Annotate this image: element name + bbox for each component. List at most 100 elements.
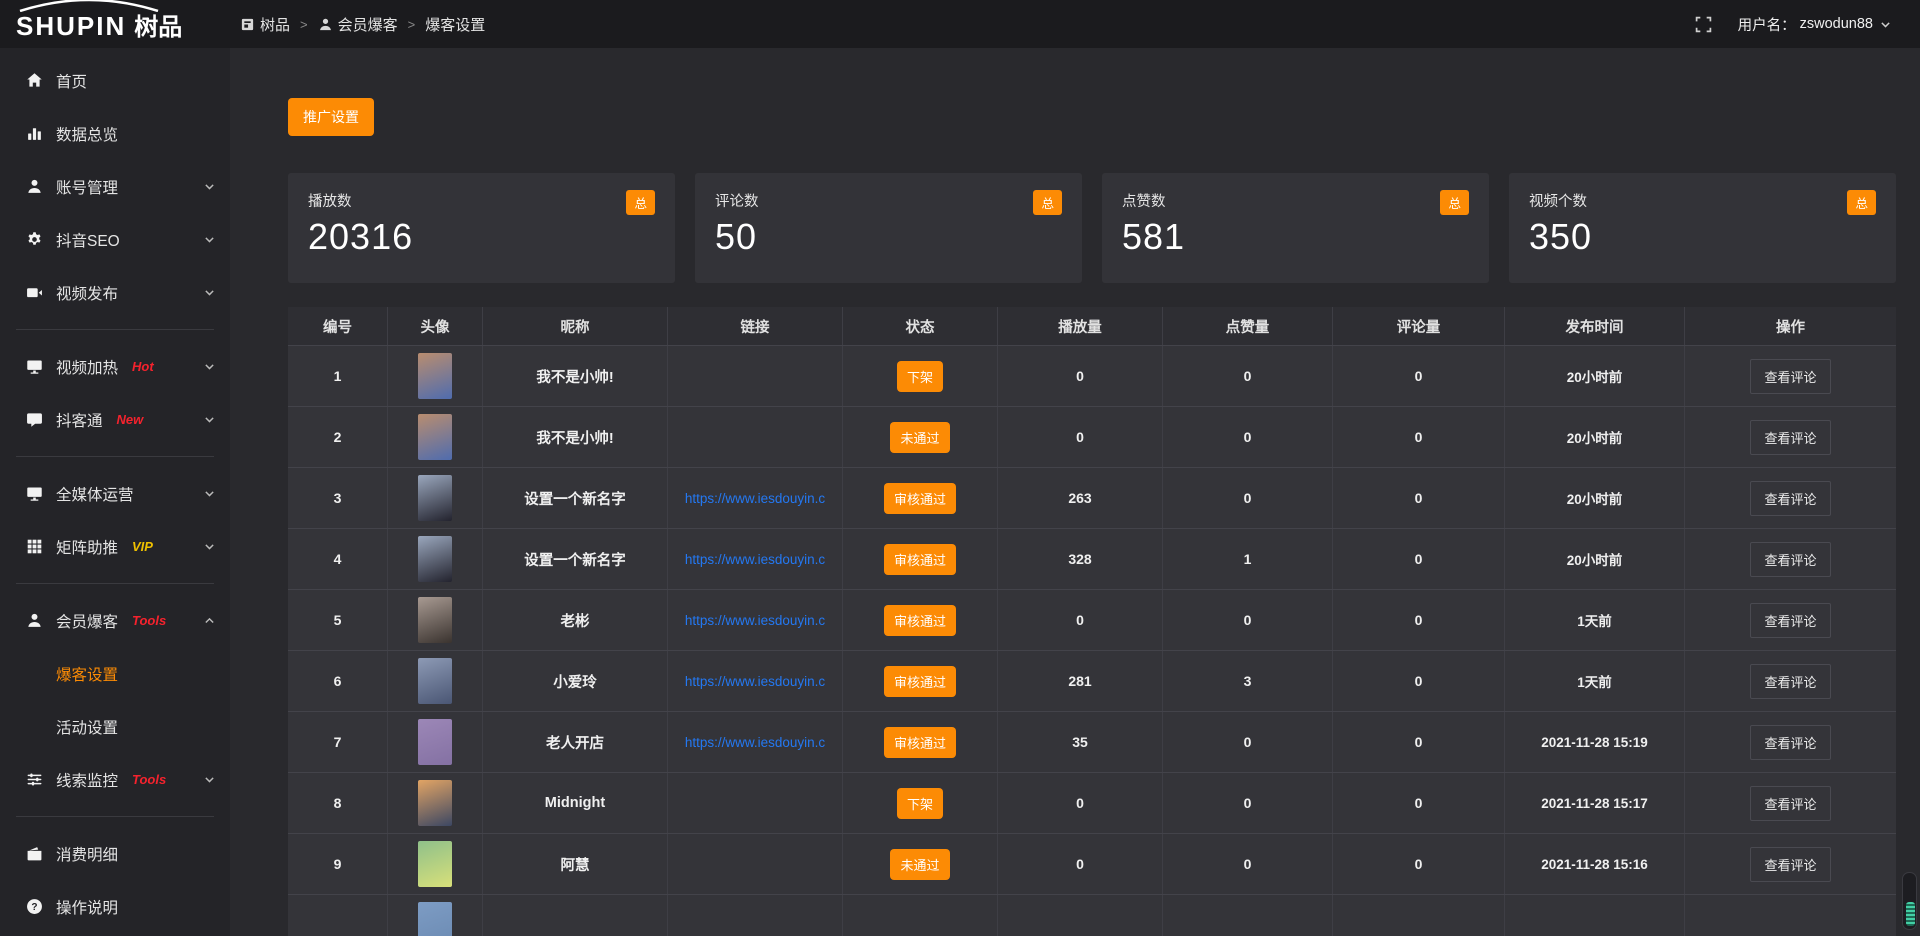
cell-likes: 0 — [1163, 407, 1333, 467]
main-content: 推广设置 播放数 总 20316 评论数 总 50 点赞数 总 — [230, 48, 1920, 936]
cell-publish-time: 20小时前 — [1505, 468, 1685, 528]
cell-number: 4 — [288, 529, 388, 589]
video-link[interactable]: https://www.iesdouyin.c — [685, 613, 825, 628]
videos-table: 编号头像昵称链接状态播放量点赞量评论量发布时间操作 1 我不是小帅! 下架 0 … — [288, 307, 1896, 936]
sidebar-item-matrix-boost[interactable]: 矩阵助推VIP — [0, 520, 230, 573]
total-badge: 总 — [1847, 190, 1876, 215]
chevron-down-icon — [203, 233, 216, 246]
cell-link: https://www.iesdouyin.c — [668, 468, 843, 528]
logo-text-en: SHUPIN — [16, 11, 126, 42]
stat-label: 点赞数 — [1122, 190, 1166, 211]
sidebar-item-home[interactable]: 首页 — [0, 54, 230, 107]
sidebar-item-video-heat[interactable]: 视频加热Hot — [0, 340, 230, 393]
cell-publish-time: 20小时前 — [1505, 346, 1685, 406]
sidebar-item-label: 全媒体运营 — [56, 483, 134, 505]
video-link[interactable]: https://www.iesdouyin.c — [685, 735, 825, 750]
cell-number: 1 — [288, 346, 388, 406]
cell-link — [668, 773, 843, 833]
status-badge: 下架 — [897, 361, 943, 392]
cell-status: 审核通过 — [843, 529, 998, 589]
cell-status: 审核通过 — [843, 712, 998, 772]
video-link[interactable]: https://www.iesdouyin.c — [685, 674, 825, 689]
column-header: 操作 — [1685, 307, 1896, 345]
sidebar-item-label: 矩阵助推 — [56, 536, 118, 558]
view-comments-button[interactable]: 查看评论 — [1750, 725, 1830, 760]
cell-comments: 0 — [1333, 712, 1505, 772]
cell-nickname: 老彬 — [483, 590, 668, 650]
sidebar-item-label: 数据总览 — [56, 123, 118, 145]
user-menu[interactable]: 用户名： zswodun88 — [1738, 14, 1892, 35]
table-row: 8 Midnight 下架 0 0 0 2021-11-28 15:17 查看评… — [288, 772, 1896, 833]
fullscreen-icon[interactable] — [1695, 16, 1712, 33]
view-comments-button[interactable]: 查看评论 — [1750, 359, 1830, 394]
table-row: 3 设置一个新名字 https://www.iesdouyin.c 审核通过 2… — [288, 467, 1896, 528]
view-comments-button[interactable]: 查看评论 — [1750, 847, 1830, 882]
cell-nickname: 老人开店 — [483, 712, 668, 772]
chevron-down-icon — [203, 413, 216, 426]
status-badge: 审核通过 — [884, 727, 956, 758]
status-badge: 未通过 — [890, 422, 949, 453]
sidebar-item-account-manage[interactable]: 账号管理 — [0, 160, 230, 213]
cell-action: 查看评论 — [1685, 346, 1896, 406]
video-link[interactable]: https://www.iesdouyin.c — [685, 552, 825, 567]
sidebar-item-activity-settings[interactable]: 活动设置 — [0, 700, 230, 753]
cell-nickname — [483, 895, 668, 936]
sidebar-item-operation-guide[interactable]: ?操作说明 — [0, 880, 230, 933]
sidebar-item-label: 抖音SEO — [56, 229, 120, 251]
cell-link — [668, 407, 843, 467]
avatar — [418, 841, 452, 887]
avatar — [418, 902, 452, 936]
sidebar-item-video-publish[interactable]: 视频发布 — [0, 266, 230, 319]
cell-link — [668, 346, 843, 406]
view-comments-button[interactable]: 查看评论 — [1750, 664, 1830, 699]
view-comments-button[interactable]: 查看评论 — [1750, 481, 1830, 516]
table-row: 1 我不是小帅! 下架 0 0 0 20小时前 查看评论 — [288, 345, 1896, 406]
sidebar-item-douketong[interactable]: 抖客通New — [0, 393, 230, 446]
sidebar-item-label: 活动设置 — [56, 716, 118, 738]
cell-status: 未通过 — [843, 407, 998, 467]
cell-publish-time: 20小时前 — [1505, 529, 1685, 589]
sidebar-divider — [16, 456, 214, 457]
cell-likes: 0 — [1163, 773, 1333, 833]
sidebar-item-tag: New — [117, 412, 144, 427]
sidebar-item-member-baoke[interactable]: 会员爆客Tools — [0, 594, 230, 647]
promo-settings-button[interactable]: 推广设置 — [288, 98, 374, 136]
chevron-down-icon — [203, 360, 216, 373]
stat-value: 50 — [715, 216, 1062, 258]
scrollbar-thumb[interactable] — [1906, 902, 1915, 926]
logo-text-cn: 树品 — [134, 7, 182, 42]
cell-number: 2 — [288, 407, 388, 467]
cell-comments: 0 — [1333, 651, 1505, 711]
cell-link: https://www.iesdouyin.c — [668, 712, 843, 772]
table-row: 2 我不是小帅! 未通过 0 0 0 20小时前 查看评论 — [288, 406, 1896, 467]
home-icon — [26, 72, 43, 89]
sidebar-item-consumption-detail[interactable]: 消费明细 — [0, 827, 230, 880]
app-root: SHUPIN 树品 树品 > 会员爆客 > 爆客设置 用户名： zswodun8… — [0, 0, 1920, 936]
breadcrumb-item-member[interactable]: 会员爆客 — [318, 14, 398, 35]
cell-comments: 0 — [1333, 407, 1505, 467]
scrollbar[interactable] — [1902, 872, 1917, 930]
video-link[interactable]: https://www.iesdouyin.c — [685, 491, 825, 506]
cell-publish-time: 1天前 — [1505, 651, 1685, 711]
cell-number: 6 — [288, 651, 388, 711]
cell-avatar — [388, 773, 483, 833]
user-icon — [26, 178, 43, 195]
breadcrumb-item-home[interactable]: 树品 — [240, 14, 290, 35]
avatar — [418, 658, 452, 704]
cell-nickname: Midnight — [483, 773, 668, 833]
chevron-down-icon — [203, 487, 216, 500]
view-comments-button[interactable]: 查看评论 — [1750, 603, 1830, 638]
sidebar-item-label: 消费明细 — [56, 843, 118, 865]
view-comments-button[interactable]: 查看评论 — [1750, 420, 1830, 455]
view-comments-button[interactable]: 查看评论 — [1750, 786, 1830, 821]
sidebar-item-data-overview[interactable]: 数据总览 — [0, 107, 230, 160]
view-comments-button[interactable]: 查看评论 — [1750, 542, 1830, 577]
chevron-down-icon — [203, 540, 216, 553]
sidebar-item-douyin-seo[interactable]: 抖音SEO — [0, 213, 230, 266]
sidebar-item-clue-monitor[interactable]: 线索监控Tools — [0, 753, 230, 806]
sidebar-item-baoke-settings[interactable]: 爆客设置 — [0, 647, 230, 700]
sidebar-item-all-media[interactable]: 全媒体运营 — [0, 467, 230, 520]
status-badge: 下架 — [897, 788, 943, 819]
cell-link: https://www.iesdouyin.c — [668, 590, 843, 650]
avatar — [418, 719, 452, 765]
